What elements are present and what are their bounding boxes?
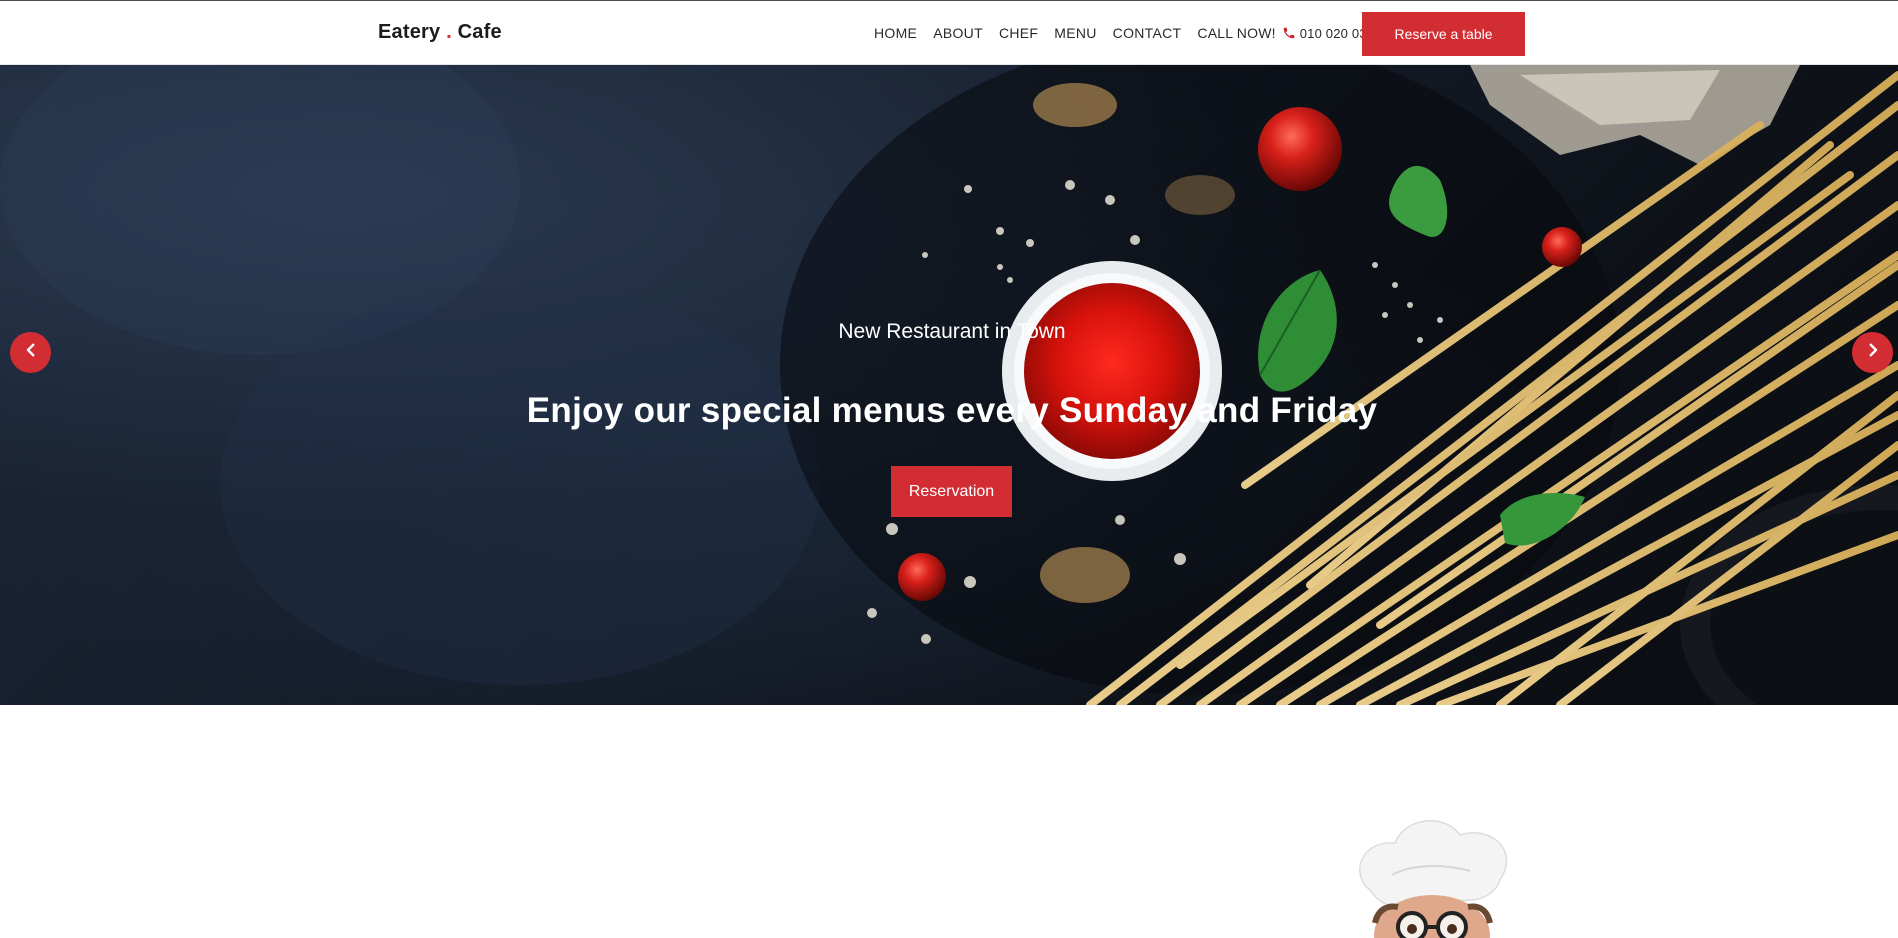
nav-link-chef[interactable]: CHEF: [999, 25, 1038, 41]
slider-prev-button[interactable]: [10, 332, 51, 373]
hero-slider: New Restaurant in Town Enjoy our special…: [0, 65, 1898, 705]
slider-next-button[interactable]: [1852, 332, 1893, 373]
chevron-right-icon: [1864, 341, 1882, 364]
nav-link-contact[interactable]: CONTACT: [1113, 25, 1182, 41]
brand-dot: .: [440, 21, 458, 43]
call-now: CALL NOW! 010 020 0340: [1197, 25, 1381, 41]
phone-icon: [1282, 26, 1296, 40]
nav-link-about[interactable]: ABOUT: [933, 25, 983, 41]
hero-background-image: [0, 65, 1898, 705]
nav-link-menu[interactable]: MENU: [1054, 25, 1096, 41]
reservation-button[interactable]: Reservation: [891, 466, 1012, 517]
about-section: [0, 705, 1898, 938]
nav-link-home[interactable]: HOME: [874, 25, 917, 41]
top-navbar: Eatery . Cafe HOME ABOUT CHEF MENU CONTA…: [0, 0, 1898, 65]
hero-subtitle: New Restaurant in Town: [838, 320, 1066, 343]
chevron-left-icon: [22, 341, 40, 364]
call-now-label: CALL NOW!: [1197, 25, 1276, 41]
hero-title: Enjoy our special menus every Sunday and…: [526, 391, 1378, 430]
reserve-table-button[interactable]: Reserve a table: [1362, 12, 1525, 56]
brand-name-part2: Cafe: [457, 21, 502, 43]
nav-links: HOME ABOUT CHEF MENU CONTACT CALL NOW! 0…: [874, 25, 1382, 41]
brand-logo[interactable]: Eatery . Cafe: [378, 21, 502, 44]
brand-name-part1: Eatery: [378, 21, 441, 43]
chef-image: [1359, 820, 1508, 938]
